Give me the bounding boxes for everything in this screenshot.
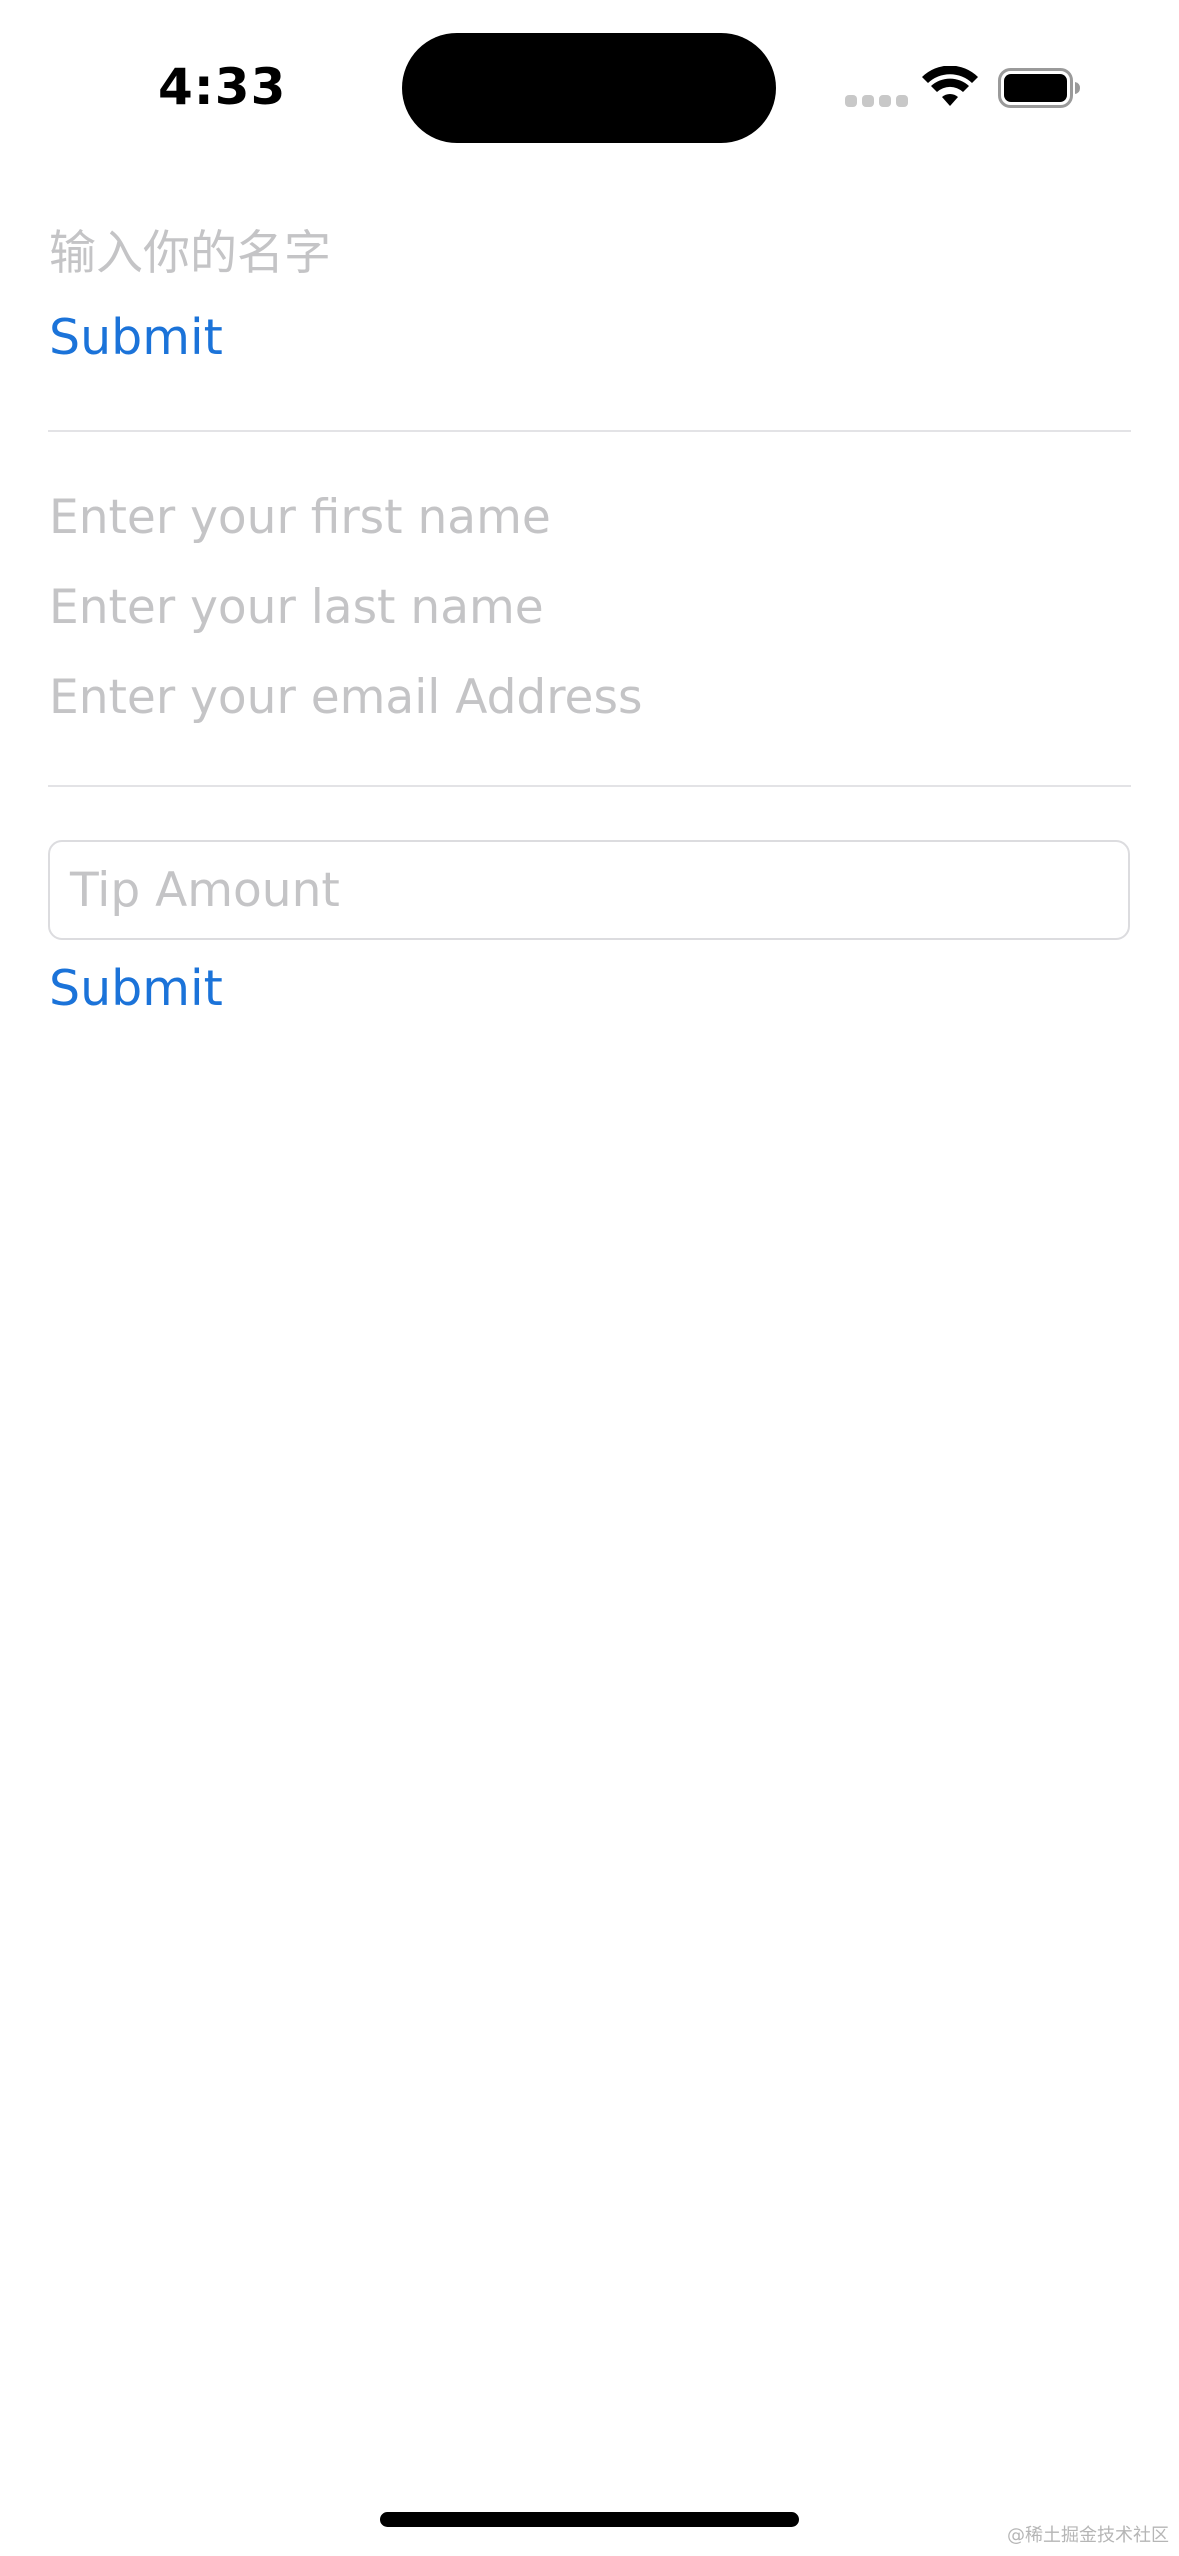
- name-input-cn[interactable]: 输入你的名字: [49, 222, 331, 286]
- tip-amount-input[interactable]: Tip Amount: [48, 840, 1130, 940]
- section-divider: [48, 430, 1131, 432]
- submit-button-tip[interactable]: Submit: [49, 956, 223, 1022]
- first-name-input[interactable]: Enter your first name: [49, 486, 551, 550]
- watermark: @稀土掘金技术社区: [1007, 2525, 1169, 2546]
- section-divider: [48, 785, 1131, 787]
- submit-button-cn[interactable]: Submit: [49, 305, 223, 371]
- home-indicator[interactable]: [380, 2512, 799, 2527]
- battery-icon: [998, 68, 1080, 108]
- wifi-icon: [922, 66, 978, 106]
- status-time: 4:33: [158, 58, 287, 116]
- email-input[interactable]: Enter your email Address: [49, 666, 642, 730]
- tip-amount-placeholder: Tip Amount: [70, 863, 340, 918]
- signal-icon: [845, 95, 908, 107]
- last-name-input[interactable]: Enter your last name: [49, 576, 544, 640]
- dynamic-island: [402, 33, 776, 143]
